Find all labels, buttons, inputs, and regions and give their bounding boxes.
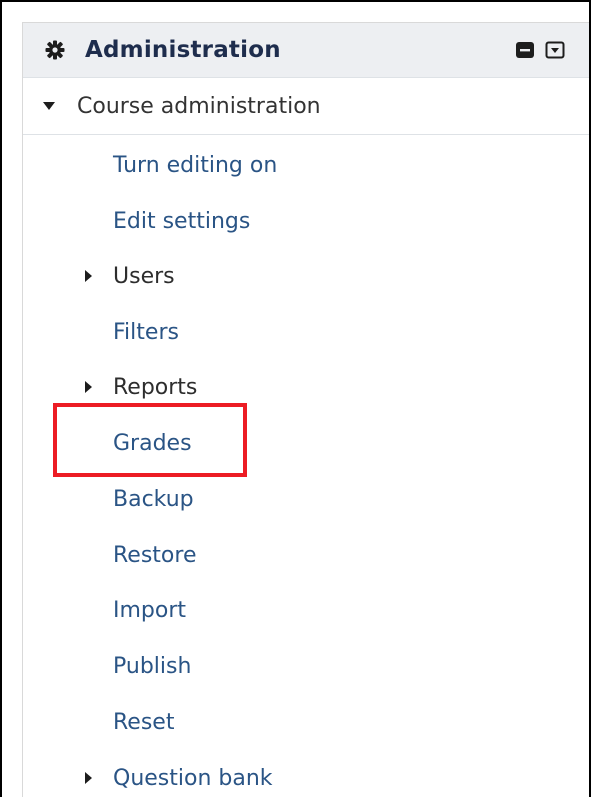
grades-link[interactable]: Grades — [113, 430, 192, 458]
question-bank-node[interactable]: Question bank — [113, 765, 273, 793]
caret-down-icon — [43, 102, 55, 110]
block-actions-button[interactable] — [545, 40, 565, 60]
users-node[interactable]: Users — [113, 263, 175, 291]
reset-link[interactable]: Reset — [113, 709, 174, 737]
publish-link[interactable]: Publish — [113, 653, 191, 681]
course-administration-node[interactable]: Course administration — [23, 78, 589, 135]
block-header: Administration — [23, 23, 589, 78]
restore-link[interactable]: Restore — [113, 542, 196, 570]
edit-settings-link[interactable]: Edit settings — [113, 208, 250, 236]
caret-right-icon[interactable] — [85, 381, 92, 393]
caret-right-icon[interactable] — [85, 772, 92, 784]
collapse-block-button[interactable] — [515, 40, 535, 60]
screenshot-frame: Administration Course administration Tur… — [0, 0, 591, 797]
turn-editing-on-link[interactable]: Turn editing on — [113, 152, 277, 180]
reports-node[interactable]: Reports — [113, 374, 197, 402]
backup-link[interactable]: Backup — [113, 486, 194, 514]
minus-box-icon — [516, 42, 534, 58]
course-administration-label: Course administration — [77, 94, 321, 119]
dropdown-box-icon — [545, 41, 565, 59]
caret-right-icon[interactable] — [85, 270, 92, 282]
filters-link[interactable]: Filters — [113, 319, 179, 347]
import-link[interactable]: Import — [113, 597, 186, 625]
administration-block: Administration Course administration Tur… — [22, 22, 589, 797]
gear-icon — [45, 40, 65, 60]
block-title: Administration — [85, 37, 281, 63]
